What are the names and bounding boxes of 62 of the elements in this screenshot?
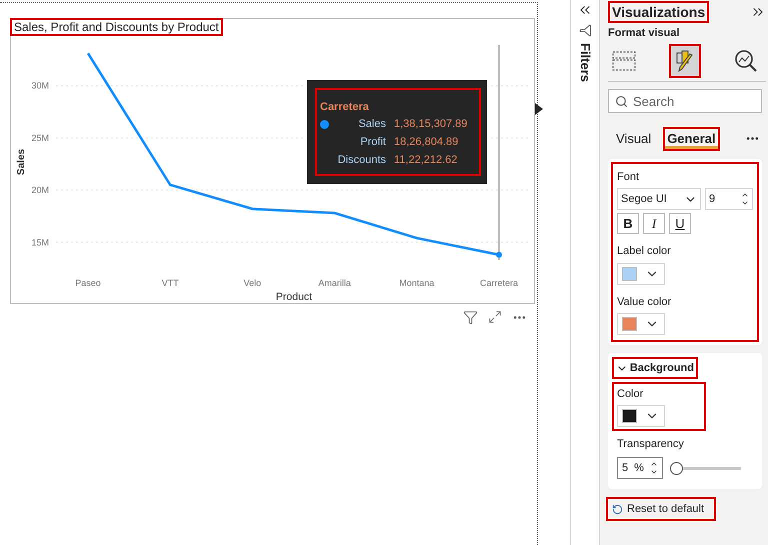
reset-button[interactable]: Reset to default <box>606 497 716 521</box>
chart-title: Sales, Profit and Discounts by Product <box>10 18 223 36</box>
x-tick-label: Velo <box>244 278 262 288</box>
table-grid-icon <box>612 50 636 72</box>
transparency-value: 5 <box>622 460 628 476</box>
x-axis-title: Product <box>276 291 312 303</box>
up-icon[interactable] <box>650 460 658 468</box>
slider-thumb[interactable] <box>670 462 684 474</box>
x-tick-label: Paseo <box>75 278 101 288</box>
pane-subtitle: Format visual <box>608 27 681 40</box>
pane-title: Visualizations <box>608 1 710 23</box>
color-picker[interactable] <box>617 313 665 335</box>
transparency-slider[interactable] <box>671 462 741 474</box>
tooltip-label: Discounts <box>336 153 386 168</box>
font-style-button[interactable]: U <box>669 213 691 234</box>
font-family-dropdown[interactable]: Segoe UI <box>617 188 701 210</box>
x-tick-label: Carretera <box>480 278 518 288</box>
x-tick-label: Montana <box>399 278 434 288</box>
x-tick-label: Amarilla <box>318 278 351 288</box>
color-picker[interactable] <box>617 404 665 426</box>
tooltip-value: 1,38,15,307.89 <box>394 117 468 132</box>
down-icon[interactable] <box>650 468 658 476</box>
x-tick-label: VTT <box>162 278 179 288</box>
font-size-value: 9 <box>709 192 716 207</box>
font-style-button[interactable]: B <box>617 213 639 234</box>
tooltip-pointer-icon <box>535 103 543 115</box>
value-color-label: Value color <box>617 294 672 310</box>
color-label: Color <box>617 387 644 402</box>
search-field[interactable]: Search <box>608 89 762 113</box>
percent-unit: % <box>634 460 644 476</box>
transparency-field[interactable]: 5 % <box>617 457 663 479</box>
y-axis-title: Sales <box>16 148 27 176</box>
up-icon[interactable] <box>741 191 749 199</box>
y-tick-label: 20M <box>31 185 49 196</box>
filters-pane[interactable]: Filters <box>570 0 600 545</box>
y-tick-label: 25M <box>31 132 49 143</box>
focus-mode-icon[interactable] <box>488 310 502 324</box>
format-tab[interactable]: Visual <box>612 127 656 150</box>
tooltip-label: Sales <box>357 117 386 132</box>
filter-icon[interactable] <box>463 310 478 325</box>
format-tab[interactable]: General <box>663 127 720 150</box>
transparency-label: Transparency <box>617 436 684 452</box>
label-color-label: Label color <box>617 244 672 259</box>
font-style-button[interactable]: I <box>643 213 665 234</box>
reset-icon <box>612 504 623 514</box>
search-icon <box>615 95 628 108</box>
y-tick-label: 15M <box>31 237 49 248</box>
tooltip-value: 11,22,212.62 <box>394 153 458 168</box>
font-size-field[interactable]: 9 <box>705 188 753 210</box>
filters-label: Filters <box>576 43 594 82</box>
data-point <box>496 252 502 258</box>
tooltip-value: 18,26,804.89 <box>394 135 458 150</box>
tooltip-title: Carretera <box>320 100 370 114</box>
color-picker[interactable] <box>617 262 665 284</box>
down-icon[interactable] <box>741 199 749 207</box>
tooltip-label: Profit <box>359 135 386 150</box>
magnifier-chart-icon <box>734 49 758 73</box>
y-tick-label: 30M <box>31 80 49 91</box>
font-label: Font <box>617 170 640 184</box>
filter-icon <box>578 24 592 37</box>
view-tab[interactable] <box>669 44 701 78</box>
section-header[interactable]: Background <box>612 357 698 379</box>
